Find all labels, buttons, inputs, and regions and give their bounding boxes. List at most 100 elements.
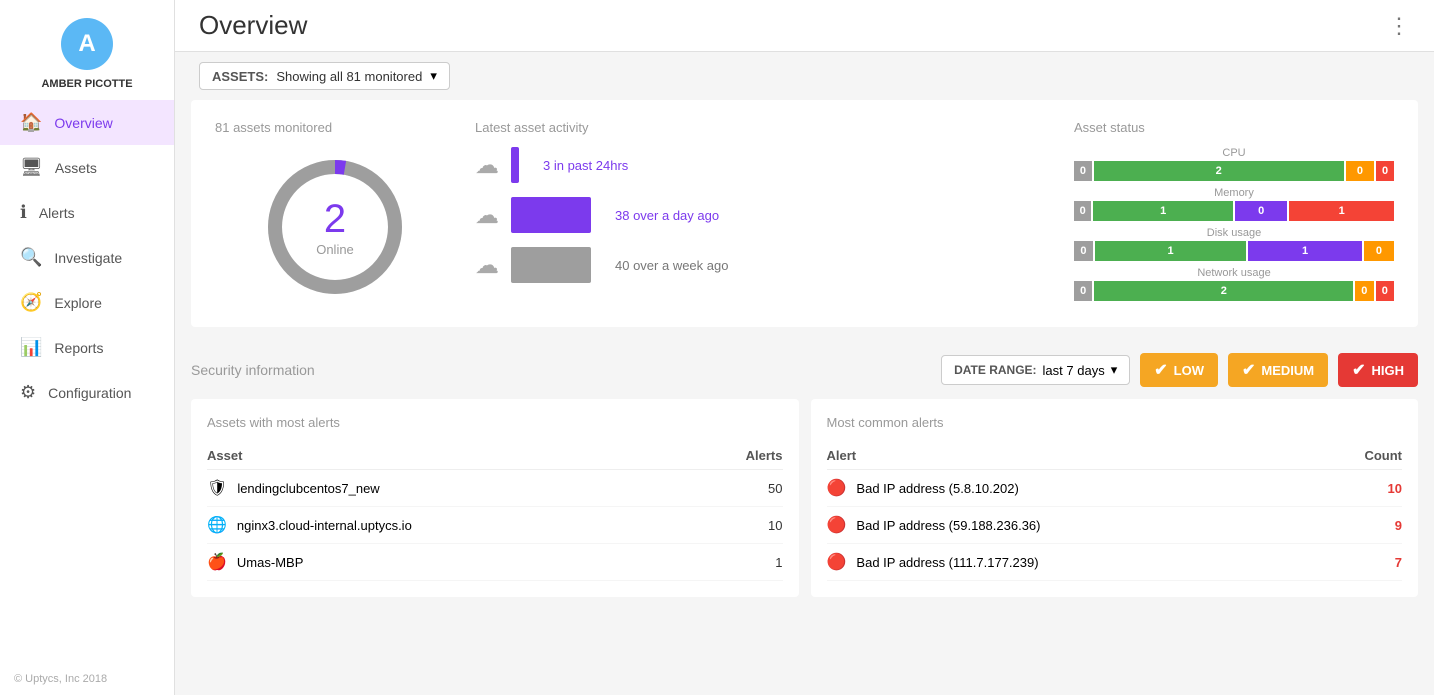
status-title: Asset status (1074, 120, 1394, 135)
activity-text-1: 3 in past 24hrs (543, 158, 628, 173)
status-segment: 0 (1364, 241, 1394, 261)
table-row: 🔴 Bad IP address (111.7.177.239) 7 (827, 544, 1403, 581)
alert-name: Bad IP address (5.8.10.202) (856, 481, 1018, 496)
status-row: Disk usage 0110 (1074, 227, 1394, 261)
topbar: Overview ⋮ (175, 0, 1434, 52)
overview-card: 81 assets monitored 2 Online Lat (191, 100, 1418, 327)
alert-name: Bad IP address (111.7.177.239) (856, 555, 1038, 570)
sidebar-item-alerts[interactable]: ℹAlerts (0, 190, 174, 235)
activity-row-2: ☁ 38 over a day ago (475, 197, 1054, 233)
most-alerts-card: Assets with most alerts Asset Alerts 🛡le… (191, 399, 799, 597)
filter-low-label: LOW (1174, 363, 1204, 378)
date-range-button[interactable]: DATE RANGE: last 7 days ▾ (941, 355, 1130, 385)
table-row: 🔴 Bad IP address (5.8.10.202) 10 (827, 470, 1403, 507)
assets-value: Showing all 81 monitored (276, 69, 422, 84)
investigate-icon: 🔍 (20, 247, 42, 268)
status-segment: 0 (1074, 161, 1092, 181)
asset-icon: 🛡 (207, 478, 227, 498)
activity-row-1: ☁ 3 in past 24hrs (475, 147, 1054, 183)
table-row: 🔴Bad IP address (59.188.236.36)9 (827, 507, 1403, 544)
col-count: Count (1364, 448, 1402, 463)
date-range-label: DATE RANGE: (954, 363, 1036, 377)
nav-menu: 🏠Overview 🖥 Assets ℹAlerts 🔍 Investigate 🧭Expl… (0, 100, 174, 663)
activity-row-3: ☁ 40 over a week ago (475, 247, 1054, 283)
alert-count: 10 (1388, 481, 1402, 496)
asset-icon: 🌐 (207, 515, 227, 535)
activity-title: Latest asset activity (475, 120, 1054, 135)
table-row: 🛡lendingclubcentos7_new50 (207, 470, 783, 507)
status-segment: 0 (1355, 281, 1373, 301)
status-segment: 1 (1095, 241, 1246, 261)
security-header: Security information DATE RANGE: last 7 … (191, 343, 1418, 399)
footer-text: © Uptycs, Inc 2018 (0, 663, 174, 695)
status-row: Memory 0101 (1074, 187, 1394, 221)
status-section: Asset status CPU 0200 Memory 0101 Disk u… (1074, 120, 1394, 307)
chevron-down-icon-2: ▾ (1111, 362, 1118, 378)
sidebar-item-assets[interactable]: 🖥 Assets (0, 145, 174, 190)
common-alerts-title: Most common alerts (827, 415, 1403, 430)
filter-high-label: HIGH (1372, 363, 1405, 378)
filter-medium-label: MEDIUM (1261, 363, 1314, 378)
check-icon-medium: ✔ (1242, 360, 1255, 380)
status-segment: 0 (1074, 241, 1093, 261)
status-segment: 1 (1289, 201, 1394, 221)
status-segment: 2 (1094, 281, 1353, 301)
table-row: 🍎Umas-MBP1 (207, 544, 783, 581)
common-alerts-card: Most common alerts Alert Count 🔴Bad IP a… (811, 399, 1419, 597)
monitored-label: 81 assets monitored (215, 120, 455, 135)
error-icon: 🔴 (827, 478, 847, 498)
sidebar-item-label: Assets (55, 160, 97, 176)
filter-medium-button[interactable]: ✔ MEDIUM (1228, 353, 1328, 387)
status-bar-wrap: 0110 (1074, 241, 1394, 261)
status-segment: 1 (1248, 241, 1362, 261)
asset-name: Umas-MBP (237, 555, 303, 570)
sidebar-item-reports[interactable]: 📊Reports (0, 325, 174, 370)
sidebar: A AMBER PICOTTE 🏠Overview🖥AssetsℹAlerts🔍… (0, 0, 175, 695)
sidebar-item-label: Explore (54, 295, 101, 311)
col-asset: Asset (207, 448, 242, 463)
check-icon-high: ✔ (1352, 360, 1365, 380)
status-segment: 2 (1094, 161, 1344, 181)
status-segment: 0 (1376, 281, 1394, 301)
sidebar-item-overview[interactable]: 🏠Overview (0, 100, 174, 145)
error-icon: 🔴 (827, 515, 847, 535)
sidebar-item-configuration[interactable]: ⚙Configuration (0, 370, 174, 415)
donut-chart: 2 Online (255, 147, 415, 307)
donut-label: Online (316, 242, 354, 257)
sidebar-item-label: Investigate (54, 250, 122, 266)
more-icon[interactable]: ⋮ (1388, 13, 1410, 39)
main-content: Overview ⋮ ASSETS: Showing all 81 monito… (175, 0, 1434, 695)
filter-high-button[interactable]: ✔ HIGH (1338, 353, 1418, 387)
status-segment: 0 (1074, 281, 1092, 301)
assets-dropdown[interactable]: ASSETS: Showing all 81 monitored ▾ (199, 62, 450, 90)
table-row: 🌐nginx3.cloud-internal.uptycs.io10 (207, 507, 783, 544)
donut-number: 2 (316, 197, 354, 242)
status-segment: 0 (1376, 161, 1394, 181)
assets-label: ASSETS: (212, 69, 268, 84)
activity-bar-2 (511, 197, 591, 233)
status-bar-wrap: 0101 (1074, 201, 1394, 221)
sidebar-item-explore[interactable]: 🧭Explore (0, 280, 174, 325)
activity-bar-3 (511, 247, 591, 283)
alert-count: 50 (768, 481, 782, 496)
asset-name: nginx3.cloud-internal.uptycs.io (237, 518, 412, 533)
content-area: 81 assets monitored 2 Online Lat (175, 100, 1434, 613)
error-icon: 🔴 (827, 552, 847, 572)
assets-icon: 🖥 (20, 157, 43, 178)
reports-icon: 📊 (20, 337, 42, 358)
cloud-icon-3: ☁ (475, 251, 499, 280)
security-title: Security information (191, 362, 315, 378)
date-range-value: last 7 days (1043, 363, 1105, 378)
activity-section: Latest asset activity ☁ 3 in past 24hrs … (475, 120, 1054, 307)
col-alerts: Alerts (746, 448, 783, 463)
alert-count: 1 (775, 555, 782, 570)
status-segment: 0 (1346, 161, 1375, 181)
alert-count: 9 (1395, 518, 1402, 533)
status-rows: CPU 0200 Memory 0101 Disk usage 0110 Net… (1074, 147, 1394, 301)
filter-low-button[interactable]: ✔ LOW (1140, 353, 1218, 387)
username: AMBER PICOTTE (41, 78, 132, 90)
alert-count: 7 (1395, 555, 1402, 570)
sidebar-item-investigate[interactable]: 🔍 Investigate (0, 235, 174, 280)
user-profile: A AMBER PICOTTE (0, 0, 174, 100)
filter-group: DATE RANGE: last 7 days ▾ ✔ LOW ✔ MEDIUM… (941, 353, 1418, 387)
